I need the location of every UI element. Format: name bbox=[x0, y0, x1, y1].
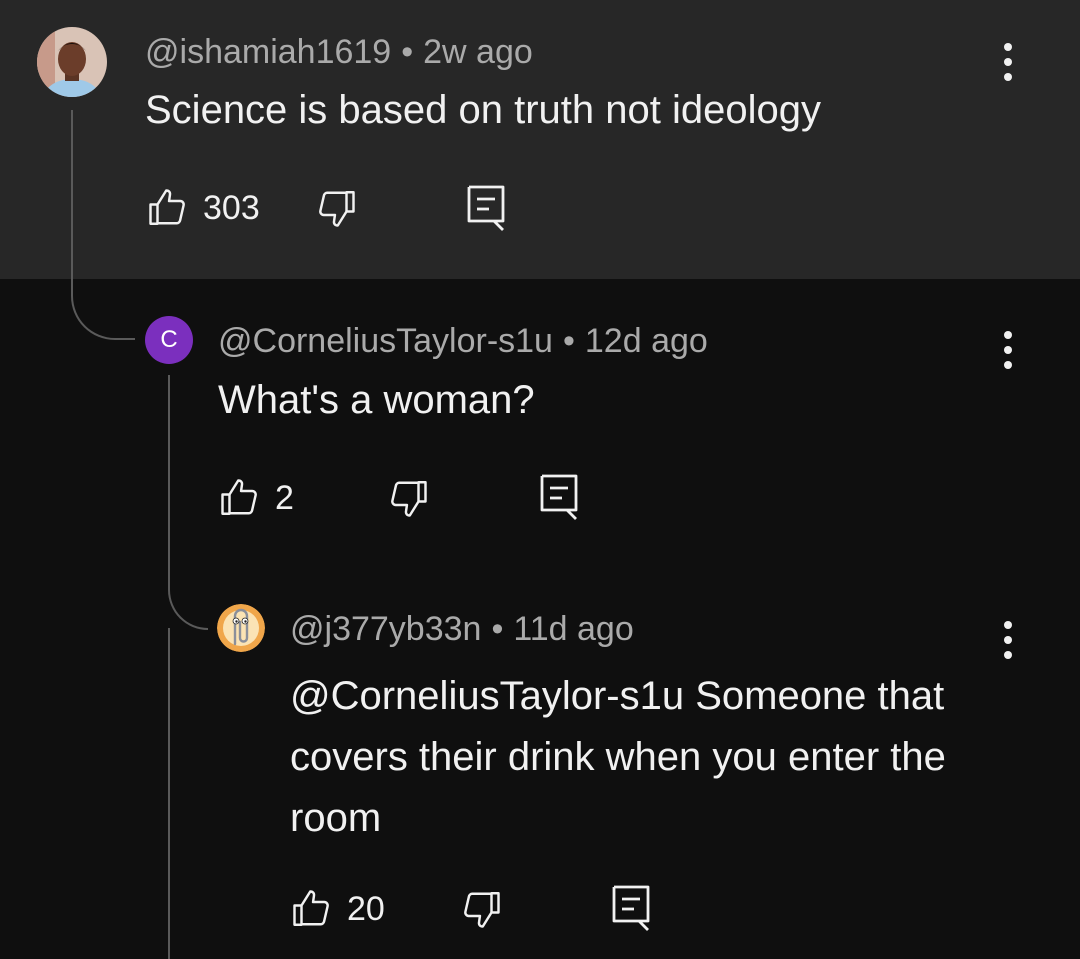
reply-button[interactable] bbox=[610, 883, 652, 931]
more-options-button[interactable] bbox=[993, 40, 1023, 84]
reply-button[interactable] bbox=[538, 472, 580, 520]
comment-author[interactable]: @j377yb33n bbox=[290, 610, 481, 648]
like-button[interactable]: 303 bbox=[147, 187, 260, 229]
like-count: 2 bbox=[275, 478, 294, 517]
person-avatar-icon bbox=[37, 27, 107, 97]
thread-line bbox=[71, 110, 73, 282]
comment-time[interactable]: 2w ago bbox=[423, 33, 533, 71]
comment-text: What's a woman? bbox=[218, 378, 535, 422]
comment-author[interactable]: @CorneliusTaylor-s1u bbox=[218, 322, 553, 360]
comment-time[interactable]: 11d ago bbox=[513, 610, 633, 648]
comment-meta: @j377yb33n • 11d ago bbox=[290, 610, 634, 649]
like-icon bbox=[149, 189, 185, 225]
separator-dot: • bbox=[491, 610, 504, 648]
dislike-button[interactable] bbox=[387, 477, 429, 519]
reply-icon bbox=[540, 474, 578, 520]
thread-line bbox=[168, 628, 170, 959]
like-icon bbox=[293, 890, 329, 926]
like-icon bbox=[221, 479, 257, 515]
like-button[interactable]: 2 bbox=[219, 477, 294, 519]
separator-dot: • bbox=[401, 33, 414, 71]
comment-author[interactable]: @ishamiah1619 bbox=[145, 33, 391, 71]
dislike-button[interactable] bbox=[460, 888, 502, 930]
dislike-button[interactable] bbox=[315, 187, 357, 229]
like-count: 303 bbox=[203, 188, 260, 227]
more-options-button[interactable] bbox=[993, 328, 1023, 372]
dislike-icon bbox=[319, 191, 355, 227]
avatar[interactable]: C bbox=[145, 316, 193, 364]
like-count: 20 bbox=[347, 889, 385, 928]
reply-icon bbox=[467, 185, 505, 231]
reply-icon bbox=[612, 885, 650, 931]
dislike-icon bbox=[391, 481, 427, 517]
separator-dot: • bbox=[562, 322, 575, 360]
thread-connector bbox=[71, 280, 135, 340]
thread-line bbox=[168, 375, 170, 570]
more-options-button[interactable] bbox=[993, 618, 1023, 662]
reply-button[interactable] bbox=[465, 183, 507, 231]
paperclip-avatar-icon bbox=[217, 604, 265, 652]
comment-time[interactable]: 12d ago bbox=[585, 322, 708, 360]
avatar-letter: C bbox=[160, 326, 178, 353]
thread-connector bbox=[168, 568, 208, 630]
dislike-icon bbox=[464, 892, 500, 928]
like-button[interactable]: 20 bbox=[291, 888, 385, 930]
comment-text: @CorneliusTaylor-s1u Someone that covers… bbox=[290, 674, 946, 840]
avatar[interactable] bbox=[217, 604, 265, 652]
comment-meta: @CorneliusTaylor-s1u • 12d ago bbox=[218, 322, 708, 361]
comment-text: Science is based on truth not ideology bbox=[145, 88, 821, 132]
comment-meta: @ishamiah1619 • 2w ago bbox=[145, 33, 533, 72]
avatar[interactable] bbox=[37, 27, 107, 97]
